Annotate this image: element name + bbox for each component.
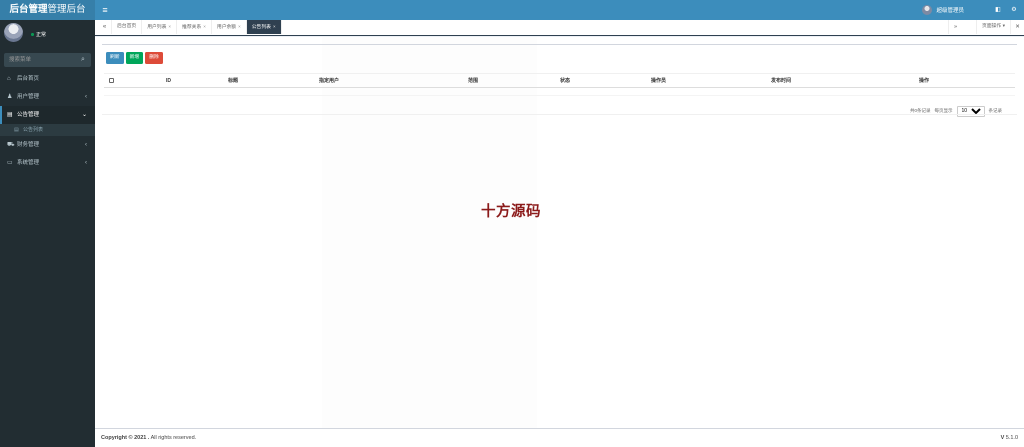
sidebar-subitem-label: 公告列表 (23, 127, 44, 133)
avatar (4, 23, 23, 42)
delete-button[interactable]: 删除 (145, 52, 163, 64)
user-name: 超级管理员 (936, 8, 964, 14)
sidebar-item-users[interactable]: ♟ 用户管理 ‹ (0, 88, 95, 106)
column-header-publish-time[interactable]: 发布时间 (769, 73, 917, 88)
close-icon[interactable]: × (203, 24, 206, 29)
sidebar-item-label: 财务管理 (17, 142, 40, 148)
footer: Copyright © 2021 . All rights reserved. … (95, 428, 1024, 447)
copyright-rest: All rights reserved. (150, 435, 197, 441)
chevron-left-icon: ‹ (85, 94, 87, 100)
pagination: 共0条记录 每页显示 10 条记录 (910, 105, 1002, 117)
version-label: V (1000, 435, 1005, 441)
newspaper-icon: ▤ (7, 112, 13, 118)
tab-bar: « 后台首页 用户列表 × 推荐关系 × 用户余额 × 公告列表 × » 页面操作 ▾ … (95, 20, 1024, 36)
tab-announcement-list[interactable]: 公告列表 × (246, 20, 282, 34)
car-icon: ⛟ (7, 142, 15, 148)
app-logo[interactable]: 后台管理管理后台 (0, 0, 95, 20)
tab-forward-icon[interactable]: » (948, 20, 962, 34)
user-avatar (922, 5, 933, 15)
divider (102, 114, 1017, 115)
page-ops-label: 页面操作 (982, 24, 1002, 29)
close-icon[interactable]: × (168, 24, 171, 29)
sidebar-item-dashboard[interactable]: ⌂ 后台首页 (0, 70, 95, 88)
column-header-id[interactable]: ID (164, 73, 226, 88)
column-header-status[interactable]: 状态 (558, 73, 649, 88)
home-icon: ⌂ (7, 76, 11, 82)
close-all-tabs-icon[interactable]: ✕ (1010, 20, 1024, 34)
search-icon[interactable]: ⌕ (77, 53, 89, 67)
column-header-actions: 操作 (917, 73, 1015, 88)
search-input[interactable] (4, 53, 76, 67)
version-number: 5.1.0 (1005, 435, 1018, 441)
copyright-bold: Copyright © 2021 . (101, 435, 150, 441)
column-header-operator[interactable]: 操作员 (649, 73, 769, 88)
sidebar-item-label: 后台首页 (17, 76, 40, 82)
user-icon: ♟ (7, 94, 13, 100)
watermark-text: 十方源码 (481, 204, 541, 220)
tab-label: 推荐关系 (182, 25, 202, 30)
sidebar-nav: ⌂ 后台首页 ♟ 用户管理 ‹ ▤ 公告管理 ⌄ ▤ 公告列表 ⛟ 财务管理 ‹… (0, 70, 95, 172)
tab-list: 后台首页 用户列表 × 推荐关系 × 用户余额 × 公告列表 × (112, 20, 282, 34)
tab-user-balance[interactable]: 用户余额 × (212, 20, 247, 34)
chevron-left-icon: ‹ (85, 160, 87, 166)
logo-light-text: 管理后台 (47, 4, 86, 15)
sidebar-item-announcements[interactable]: ▤ 公告管理 ⌄ (0, 106, 95, 124)
column-header-scope[interactable]: 范围 (466, 73, 558, 88)
close-icon[interactable]: × (273, 24, 276, 29)
version: V 5.1.0 (1001, 429, 1018, 447)
copyright: Copyright © 2021 . All rights reserved. (101, 429, 196, 447)
tab-back-icon[interactable]: « (98, 20, 112, 34)
page-operations-dropdown[interactable]: 页面操作 ▾ (976, 20, 1010, 34)
announcement-table: ID 标题 指定用户 范围 状态 操作员 发布时间 操作 (104, 73, 1015, 96)
logo-bold-text: 后台管理 (9, 4, 48, 15)
table-empty-cell (104, 87, 1015, 96)
chevron-down-icon: ⌄ (81, 112, 87, 118)
chevron-left-icon: ‹ (85, 142, 87, 148)
column-header-title[interactable]: 标题 (226, 73, 317, 88)
user-panel: 正常 (0, 20, 95, 50)
refresh-button[interactable]: 刷新 (106, 52, 124, 64)
table-header-row: ID 标题 指定用户 范围 状态 操作员 发布时间 操作 (104, 73, 1015, 88)
select-all-checkbox[interactable] (109, 77, 114, 83)
tab-referral[interactable]: 推荐关系 × (177, 20, 212, 34)
gear-icon[interactable]: ⚙ (1007, 0, 1021, 20)
column-header-target-user[interactable]: 指定用户 (317, 73, 466, 88)
sidebar-item-label: 用户管理 (17, 94, 40, 100)
tab-dashboard[interactable]: 后台首页 (112, 20, 143, 34)
select-all-header (104, 73, 164, 88)
close-icon[interactable]: × (238, 24, 241, 29)
hamburger-menu-icon[interactable]: ≡ (98, 0, 112, 20)
tab-user-list[interactable]: 用户列表 × (142, 20, 178, 34)
content-box: 刷新 新增 删除 ID 标题 指定用户 范围 状态 操作员 发布时间 操作 共0… (102, 44, 1017, 122)
tab-label: 公告列表 (251, 25, 271, 30)
sidebar-subitem-announcement-list[interactable]: ▤ 公告列表 (0, 124, 95, 136)
toolbar: 刷新 新增 删除 (106, 52, 163, 64)
sidebar-item-label: 公告管理 (17, 112, 40, 118)
monitor-icon: ▭ (7, 160, 13, 166)
sidebar: 正常 ⌕ ⌂ 后台首页 ♟ 用户管理 ‹ ▤ 公告管理 ⌄ ▤ 公告列表 ⛟ 财… (0, 20, 95, 447)
user-status: 正常 (31, 31, 46, 38)
status-text: 正常 (36, 32, 47, 38)
user-menu[interactable]: 超级管理员 (922, 4, 964, 16)
sidebar-search: ⌕ (4, 53, 91, 67)
sidebar-item-label: 系统管理 (17, 160, 40, 166)
tab-label: 后台首页 (117, 24, 137, 29)
table-empty-row (104, 87, 1015, 96)
tab-label: 用户余额 (216, 25, 237, 30)
caret-down-icon: ▾ (1002, 24, 1005, 29)
screen-icon[interactable]: ◧ (991, 0, 1005, 20)
sidebar-item-system[interactable]: ▭ 系统管理 ‹ (0, 154, 95, 172)
status-dot-icon (31, 33, 34, 36)
list-icon: ▤ (14, 127, 19, 133)
tab-label: 用户列表 (147, 25, 167, 30)
add-button[interactable]: 新增 (125, 52, 144, 64)
main-content: 刷新 新增 删除 ID 标题 指定用户 范围 状态 操作员 发布时间 操作 共0… (95, 37, 1024, 428)
top-header: 后台管理管理后台 ≡ 超级管理员 ◧ ⚙ (0, 0, 1024, 20)
sidebar-item-finance[interactable]: ⛟ 财务管理 ‹ (0, 136, 95, 154)
